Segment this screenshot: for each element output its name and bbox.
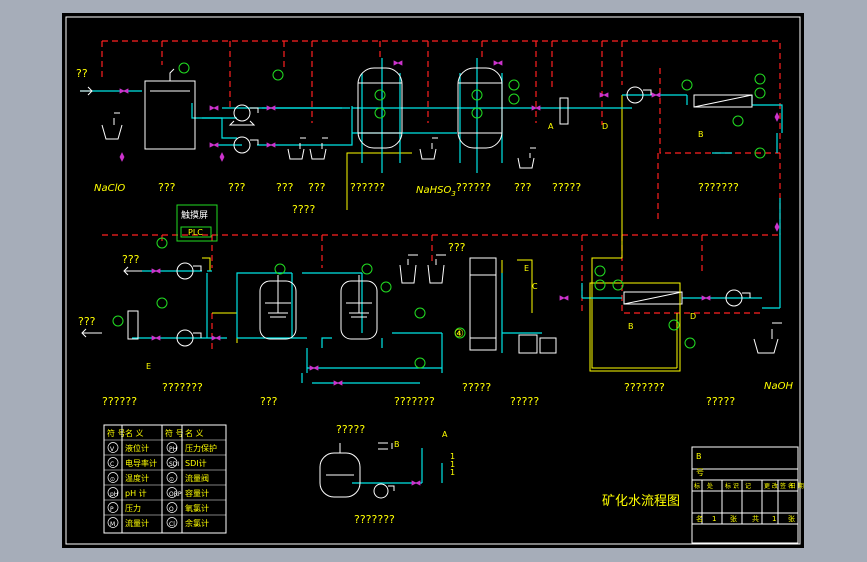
legend-meaning: pH 计: [125, 488, 147, 498]
drawing-sheet: ?? NaClO ??? ??? ??? ??? ?????? NaHSO3 ?…: [62, 13, 804, 548]
nahso3-label: NaHSO3: [416, 185, 456, 198]
outlet-label-1: ???: [122, 253, 140, 266]
legend-symbol: ORP: [169, 491, 182, 498]
legend-header: 名 义: [125, 428, 144, 438]
process-lines: [80, 58, 783, 484]
valves: [119, 60, 780, 486]
control-box-title: 触摸屏: [181, 209, 208, 221]
legend-meaning: 余氯计: [185, 518, 209, 528]
naoh-label: NaOH: [764, 381, 793, 392]
small-unit-n3: 1: [450, 468, 455, 477]
legend-symbol: M: [110, 521, 115, 528]
title-block-col: 标: [694, 482, 700, 490]
utility-lines: [202, 95, 678, 369]
label-6: ??????: [456, 181, 491, 194]
small-unit-caption: ???????: [354, 513, 395, 526]
legend-symbol: Cl: [169, 521, 175, 528]
legend-symbol: PH: [169, 446, 177, 453]
legend-symbol: C: [110, 461, 114, 468]
legend-symbol: SDI: [169, 461, 179, 468]
small-unit-top-label: ?????: [336, 423, 365, 436]
legend-header: 符 号: [107, 428, 126, 438]
legend-symbol: ⊙: [110, 476, 115, 483]
outlet-label-2: ???: [78, 315, 96, 328]
letter-d2: D: [602, 122, 608, 131]
top-labels: ?? NaClO ??? ??? ??? ??? ?????? NaHSO3 ?…: [76, 67, 739, 216]
bottom-label-4: ???????: [394, 395, 435, 408]
legend-meaning: 容量计: [185, 488, 209, 498]
legend-header: 名 义: [185, 428, 204, 438]
legend-meaning: 流量阀: [185, 473, 209, 483]
title-block-col: 更 改: [764, 482, 778, 490]
naclo-label: NaClO: [94, 183, 125, 194]
control-box: 触摸屏 PLC: [181, 209, 208, 237]
small-unit-a: A: [442, 430, 448, 439]
legend-symbol: V: [110, 446, 115, 453]
title-block-bottom: 张: [730, 514, 737, 523]
legend-meaning: 氧氯计: [185, 503, 209, 513]
legend-table: 符 号名 义符 号名 义V 液位计 PH 压力保护C 电导率计 SDI SDI计⊙ 温度计 ⊙ 流…: [104, 425, 226, 533]
bottom-label-7: ???????: [624, 381, 665, 394]
title-block-bottom: 张: [788, 514, 795, 523]
title-block-r1: B: [696, 452, 702, 461]
letter-d: D: [690, 312, 696, 321]
letter-b2: B: [698, 130, 704, 139]
title-block-bottom: 名: [696, 514, 703, 523]
bottom-label-3: ???: [260, 395, 278, 408]
small-unit-b: B: [394, 440, 400, 449]
label-7: ???: [514, 181, 532, 194]
bottom-label-8: ?????: [706, 395, 735, 408]
control-box-sub: PLC: [188, 228, 203, 237]
title-block-bottom: 1: [712, 515, 716, 523]
legend-meaning: 流量计: [125, 518, 149, 528]
legend-symbol: P: [110, 506, 114, 513]
letter-e: E: [146, 362, 151, 371]
title-block-bottom: 共: [752, 514, 759, 523]
signal-lines: [101, 40, 781, 353]
legend-meaning: SDI计: [185, 458, 207, 468]
bottom-label-5: ?????: [462, 381, 491, 394]
feed-label: ????: [292, 203, 316, 216]
bottom-label-2: ??????: [102, 395, 137, 408]
legend-meaning: 液位计: [125, 443, 149, 453]
title-block-col: 记: [745, 483, 751, 490]
equipment: [80, 67, 799, 544]
letter-b: B: [628, 322, 634, 331]
column-label: ???: [448, 241, 466, 254]
letter-c: C: [532, 282, 538, 291]
legend-meaning: 压力保护: [185, 443, 217, 453]
title-block-col: 标 识: [725, 482, 739, 490]
letter-a: A: [548, 122, 554, 131]
label-3: ???: [276, 181, 294, 194]
legend-header: 符 号: [165, 428, 184, 438]
title-block-bottom: 1: [772, 515, 776, 523]
process-flow-diagram: ?? NaClO ??? ??? ??? ??? ?????? NaHSO3 ?…: [65, 16, 804, 545]
drawing-title: 矿化水流程图: [602, 494, 680, 509]
bottom-label-6: ?????: [510, 395, 539, 408]
title-block: B 号 标处标 识记更 改签 名日 期 名1张共1张: [694, 452, 804, 523]
circled-4: ④: [454, 327, 464, 340]
title-block-col: 处: [707, 482, 713, 490]
pressure-gauge-icon: [272, 69, 284, 81]
legend-symbol: ⊙: [169, 476, 174, 483]
legend-meaning: 压力: [125, 503, 141, 513]
letter-e2: E: [524, 264, 529, 273]
title-block-col: 日 期: [790, 482, 804, 490]
legend-meaning: 温度计: [125, 473, 149, 483]
legend-symbol: pH: [110, 491, 118, 498]
label-2: ???: [228, 181, 246, 194]
bottom-label-1: ???????: [162, 381, 203, 394]
label-1: ???: [158, 181, 176, 194]
title-block-r2: 号: [696, 468, 704, 477]
label-4: ???: [308, 181, 326, 194]
label-5: ??????: [350, 181, 385, 194]
inlet-label: ??: [76, 67, 88, 80]
label-9: ???????: [698, 181, 739, 194]
legend-meaning: 电导率计: [125, 458, 157, 468]
legend-symbol: O: [169, 506, 174, 513]
degasser-column: [469, 257, 497, 351]
label-8: ?????: [552, 181, 581, 194]
pressure-gauge-icon: [178, 62, 190, 74]
